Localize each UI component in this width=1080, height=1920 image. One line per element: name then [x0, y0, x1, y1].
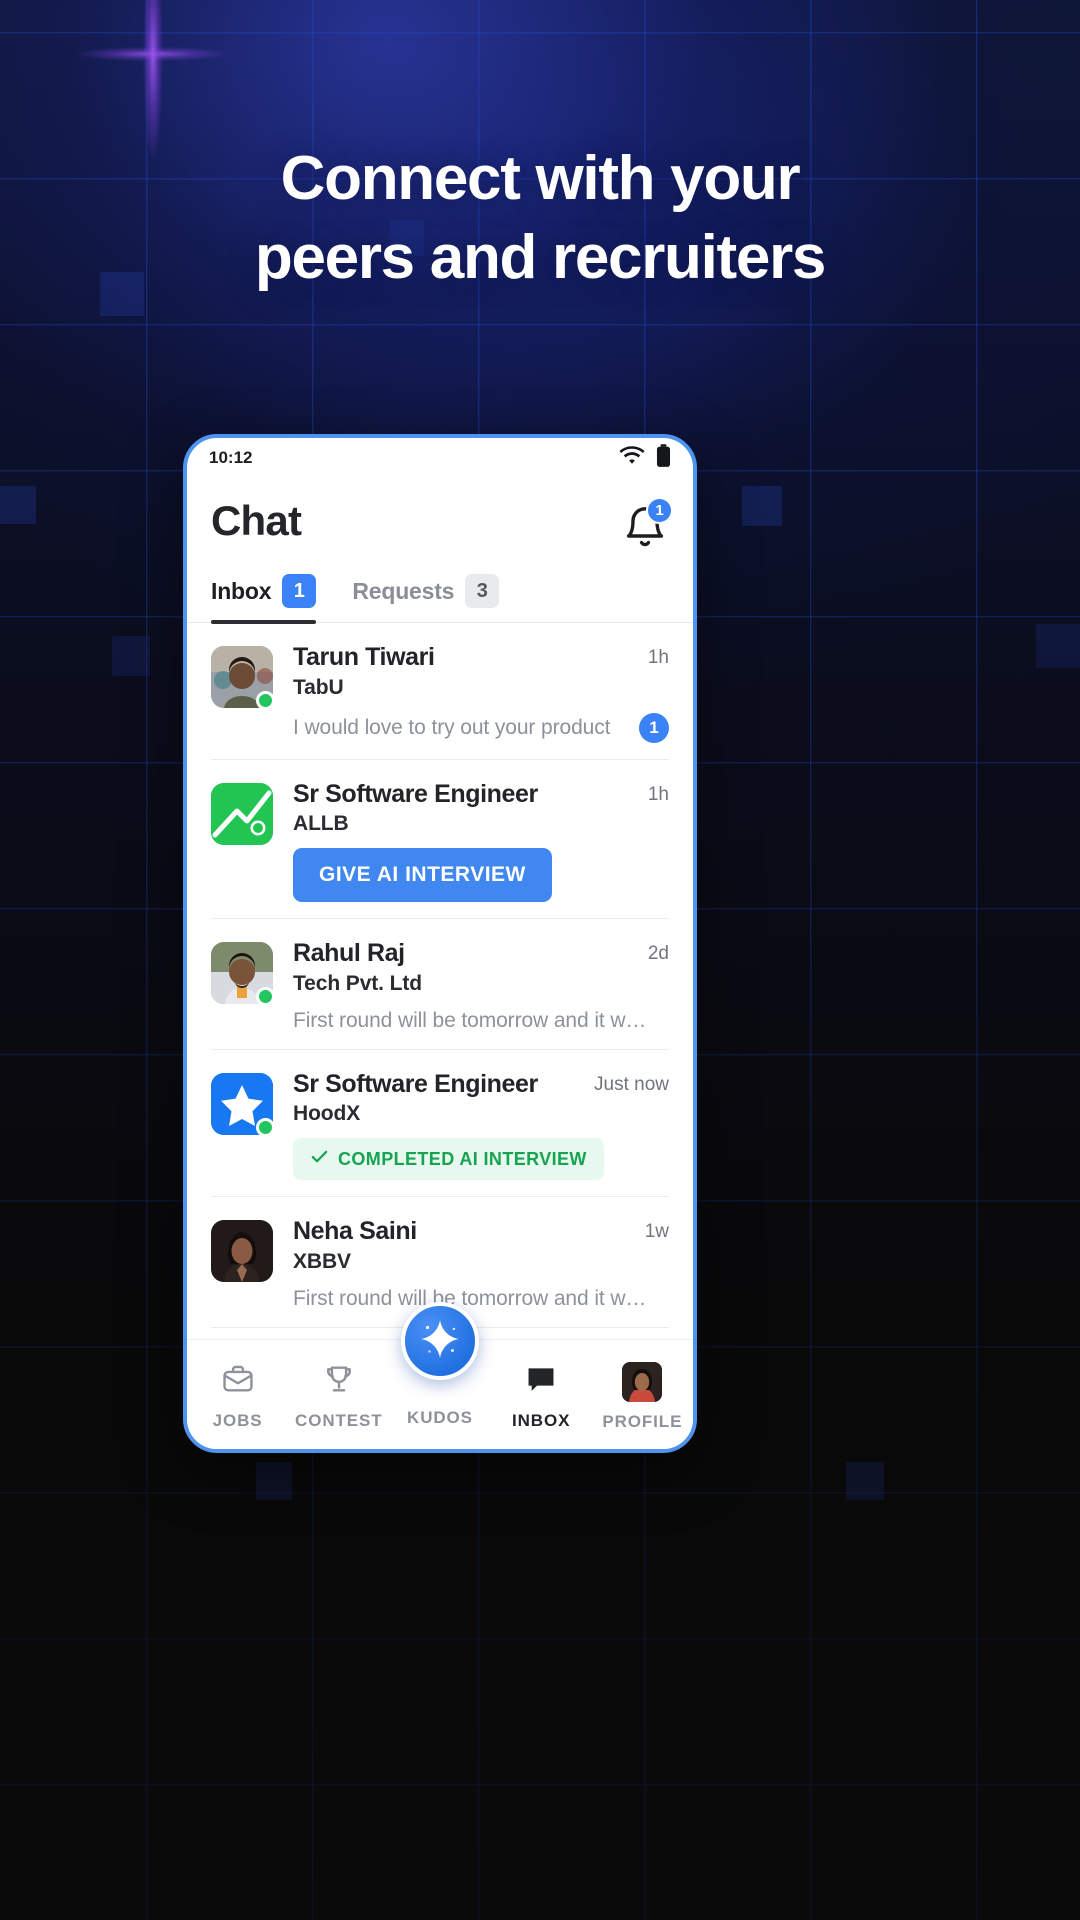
- list-item[interactable]: Tarun Tiwari 1h TabU I would love to try…: [211, 623, 669, 760]
- notification-badge: 1: [646, 497, 673, 524]
- decor-block: [256, 1462, 292, 1500]
- list-item-body: Tarun Tiwari 1h TabU I would love to try…: [293, 643, 669, 743]
- message-preview: First round will be tomorrow and it w…: [293, 1008, 647, 1032]
- timestamp: 1h: [647, 647, 669, 668]
- avatar: [211, 942, 275, 1006]
- contact-subtitle: Tech Pvt. Ltd: [293, 971, 422, 995]
- wifi-icon: [619, 445, 645, 471]
- company-name: ALLB: [293, 812, 349, 835]
- list-item-body: Neha Saini 1w XBBV First round will be t…: [293, 1217, 669, 1311]
- nav-item-inbox[interactable]: INBOX: [494, 1362, 588, 1431]
- avatar-image: [211, 1220, 273, 1282]
- kudos-fab-button[interactable]: [401, 1302, 479, 1380]
- avatar: [211, 1072, 275, 1137]
- contact-subtitle: TabU: [293, 675, 344, 699]
- bell-icon[interactable]: [621, 507, 669, 556]
- headline-line-1: Connect with your: [280, 144, 801, 213]
- nav-item-profile-label: PROFILE: [602, 1412, 683, 1431]
- job-title: Sr Software Engineer: [293, 779, 538, 808]
- online-indicator: [256, 1117, 275, 1137]
- unread-badge: 1: [639, 712, 669, 743]
- status-time: 10:12: [209, 448, 253, 467]
- sparkle-icon: [417, 1316, 463, 1367]
- timestamp: 1w: [644, 1221, 669, 1242]
- avatar: [211, 646, 275, 710]
- online-indicator: [256, 691, 275, 710]
- status-badge: COMPLETED AI INTERVIEW: [293, 1138, 604, 1180]
- list-item[interactable]: Rahul Raj 2d Tech Pvt. Ltd First round w…: [211, 919, 669, 1050]
- decor-block: [112, 636, 150, 676]
- contact-subtitle: XBBV: [293, 1249, 351, 1273]
- timestamp: Just now: [594, 1073, 669, 1095]
- app-title: Chat: [211, 497, 302, 544]
- list-item[interactable]: Sr Software Engineer Just now HoodX COMP…: [211, 1050, 669, 1197]
- nav-item-kudos-label: KUDOS: [407, 1408, 473, 1427]
- nav-item-contest[interactable]: CONTEST: [292, 1362, 386, 1431]
- decor-block: [846, 1462, 884, 1500]
- status-bar: 10:12: [187, 438, 693, 474]
- list-item[interactable]: Sr Software Engineer 1h ALLB GIVE AI INT…: [211, 760, 669, 919]
- phone-mockup: 10:12 Chat 1 Inbox 1 Requests 3 Tarun Ti…: [183, 434, 697, 1453]
- avatar-icon[interactable]: [622, 1362, 663, 1402]
- message-preview: First round will be tomorrow and it w…: [293, 1286, 647, 1310]
- contact-name: Tarun Tiwari: [293, 643, 435, 671]
- contact-name: Rahul Raj: [293, 939, 405, 967]
- notifications-button[interactable]: 1: [621, 497, 673, 552]
- tab-requests-label: Requests: [352, 577, 455, 604]
- list-item-body: Sr Software Engineer Just now HoodX COMP…: [293, 1069, 669, 1180]
- timestamp: 2d: [647, 943, 669, 964]
- tab-inbox-label: Inbox: [211, 577, 272, 604]
- list-item-body: Sr Software Engineer 1h ALLB GIVE AI INT…: [293, 779, 669, 902]
- list-item-body: Rahul Raj 2d Tech Pvt. Ltd First round w…: [293, 939, 669, 1033]
- message-preview: I would love to try out your product: [293, 715, 611, 739]
- nav-item-contest-label: CONTEST: [295, 1411, 383, 1430]
- battery-icon: [656, 443, 671, 473]
- online-indicator: [256, 987, 275, 1006]
- avatar: [211, 782, 273, 845]
- contact-name: Neha Saini: [293, 1217, 417, 1245]
- give-ai-interview-button[interactable]: GIVE AI INTERVIEW: [293, 848, 552, 902]
- company-name: HoodX: [293, 1102, 361, 1125]
- nav-item-inbox-label: INBOX: [511, 1411, 571, 1430]
- briefcase-icon[interactable]: [221, 1362, 255, 1401]
- tab-inbox-count: 1: [282, 574, 317, 608]
- headline-line-2: peers and recruiters: [254, 222, 826, 292]
- chat-tabs: Inbox 1 Requests 3: [187, 552, 693, 624]
- bottom-navigation: JOBS CONTEST KUDOS INBOX PROFILE: [187, 1302, 693, 1449]
- app-header: Chat 1: [187, 474, 693, 552]
- job-title: Sr Software Engineer: [293, 1069, 538, 1098]
- chat-bubble-icon[interactable]: [524, 1362, 558, 1401]
- trophy-icon[interactable]: [322, 1362, 356, 1401]
- timestamp: 1h: [647, 783, 669, 805]
- tab-requests-count: 3: [465, 574, 500, 608]
- decor-block: [742, 486, 782, 526]
- tab-requests[interactable]: Requests 3: [352, 574, 500, 622]
- avatar: [211, 1220, 273, 1282]
- status-badge-label: COMPLETED AI INTERVIEW: [338, 1148, 587, 1169]
- decor-block: [0, 486, 36, 524]
- nav-item-kudos[interactable]: KUDOS: [393, 1302, 487, 1428]
- nav-item-jobs[interactable]: JOBS: [191, 1362, 285, 1431]
- company-logo-icon: [211, 782, 273, 845]
- decor-block: [1036, 624, 1080, 668]
- conversation-list[interactable]: Tarun Tiwari 1h TabU I would love to try…: [187, 623, 693, 1339]
- check-icon: [310, 1147, 329, 1171]
- nav-item-profile[interactable]: PROFILE: [595, 1362, 689, 1432]
- tab-inbox[interactable]: Inbox 1: [211, 574, 317, 624]
- page-title: Connect with your peers and recruiters: [0, 140, 1080, 297]
- nav-item-jobs-label: JOBS: [212, 1411, 263, 1430]
